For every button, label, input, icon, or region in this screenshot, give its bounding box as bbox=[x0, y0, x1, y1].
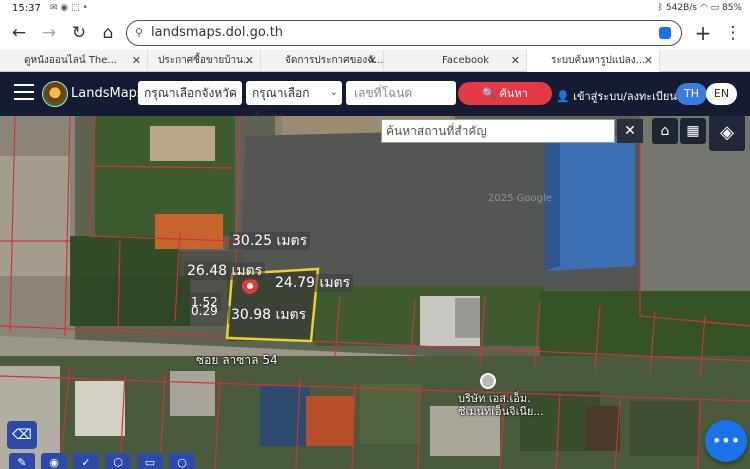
close-icon[interactable]: ✕ bbox=[132, 50, 141, 72]
close-icon[interactable]: ✕ bbox=[644, 50, 653, 72]
pin-icon: ◉ bbox=[49, 456, 59, 469]
satellite-imagery bbox=[0, 116, 750, 469]
battery-icon: ▭ bbox=[710, 3, 720, 13]
map-watermark: 2025 Google bbox=[488, 193, 552, 204]
poi-label-line2: ซีเมนท์เอ็นจิเนีย... bbox=[458, 405, 544, 418]
battery-percent: 85% bbox=[721, 3, 742, 13]
more-menu-icon[interactable]: ⋮ bbox=[722, 22, 744, 44]
search-button[interactable]: 🔍 ค้นหา bbox=[458, 82, 552, 105]
user-icon: 👤 bbox=[556, 90, 570, 103]
network-speed: 542B/s bbox=[665, 3, 697, 13]
road-label: ซอย ลาซาล 54 bbox=[196, 353, 278, 367]
ruler-tool[interactable]: ✎ bbox=[9, 453, 35, 469]
browser-toolbar: ← → ↻ ⌂ ⚲ landsmaps.dol.go.th + ⋮ bbox=[0, 18, 750, 48]
notification-icons: ✉ ◉ ⬚ • bbox=[50, 3, 88, 13]
url-text: landsmaps.dol.go.th bbox=[151, 25, 284, 40]
dol-logo bbox=[42, 81, 68, 107]
eraser-icon: ⌫ bbox=[12, 427, 32, 443]
tab-4[interactable]: Facebook ✕ bbox=[384, 50, 527, 72]
status-bar: 15:37 ✉ ◉ ⬚ • ᛒ 542B/s ◠ ▭ 85% bbox=[0, 0, 750, 18]
close-icon[interactable]: ✕ bbox=[368, 50, 377, 72]
rectangle-tool[interactable]: ▭ bbox=[137, 453, 163, 469]
measure-left: 26.48 เมตร bbox=[184, 262, 266, 280]
home-icon[interactable]: ⌂ bbox=[97, 22, 119, 44]
grid-button[interactable]: ▦ bbox=[680, 118, 706, 144]
poi-label-line1: บริษัท เอส.เอ็ม. bbox=[458, 392, 531, 405]
search-button-label: ค้นหา bbox=[499, 87, 528, 100]
poi-pin-icon[interactable] bbox=[480, 373, 496, 389]
wifi-icon: ◠ bbox=[699, 3, 708, 13]
bluetooth-icon: ᛒ bbox=[657, 3, 664, 13]
pin-tool[interactable]: ◉ bbox=[41, 453, 67, 469]
status-right: ᛒ 542B/s ◠ ▭ 85% bbox=[658, 3, 742, 13]
tab-label: Facebook bbox=[442, 55, 489, 66]
chevron-down-icon: ⌄ bbox=[229, 87, 238, 98]
district-select[interactable]: กรุณาเลือกอำเภอ ⌄ bbox=[246, 81, 342, 124]
brand-name: LandsMaps bbox=[71, 86, 144, 101]
site-info-icon[interactable]: ⚲ bbox=[135, 26, 143, 39]
chat-button[interactable]: ••• bbox=[705, 420, 747, 462]
circle-icon: ○ bbox=[177, 456, 187, 469]
circle-tool[interactable]: ○ bbox=[169, 453, 195, 469]
deed-number-input[interactable] bbox=[346, 81, 456, 105]
province-select[interactable]: กรุณาเลือกจังหวัด ⌄ bbox=[138, 81, 242, 105]
poi-label[interactable]: บริษัท เอส.เอ็ม. ซีเมนท์เอ็นจิเนีย... bbox=[458, 392, 544, 418]
tab-strip: ดูหนังออนไลน์ The... ✕ ประกาศซื้อขายบ้าน… bbox=[0, 50, 750, 72]
home-view-button[interactable]: ⌂ bbox=[652, 118, 678, 144]
tab-label: ประกาศซื้อขายบ้าน... bbox=[158, 55, 253, 66]
grid-icon: ▦ bbox=[686, 123, 700, 139]
clear-search-button[interactable]: ✕ bbox=[617, 119, 643, 143]
close-icon[interactable]: ✕ bbox=[245, 50, 254, 72]
rectangle-icon: ▭ bbox=[144, 456, 156, 469]
polygon-tool[interactable]: ⬡ bbox=[105, 453, 131, 469]
lang-th-button[interactable]: TH bbox=[676, 83, 707, 105]
more-dots-icon: ••• bbox=[711, 431, 741, 450]
login-link[interactable]: 👤 เข้าสู่ระบบ/ลงทะเบียน bbox=[556, 87, 677, 105]
site-header: LandsMaps กรุณาเลือกจังหวัด ⌄ กรุณาเลือก… bbox=[0, 72, 750, 124]
map-view[interactable]: 30.25 เมตร 26.48 เมตร 24.79 เมตร 30.98 เ… bbox=[0, 116, 750, 469]
province-select-value: กรุณาเลือกจังหวัด bbox=[144, 86, 237, 100]
check-icon: ✓ bbox=[81, 456, 91, 469]
new-tab-icon[interactable]: + bbox=[692, 22, 714, 44]
tab-1[interactable]: ดูหนังออนไลน์ The... ✕ bbox=[0, 50, 148, 72]
reload-icon[interactable]: ↻ bbox=[68, 22, 90, 44]
polygon-icon: ⬡ bbox=[113, 456, 123, 469]
tab-2[interactable]: ประกาศซื้อขายบ้าน... ✕ bbox=[148, 50, 261, 72]
google-shield-icon[interactable] bbox=[659, 27, 671, 39]
tab-label: ระบบค้นหารูปแปลง... bbox=[551, 55, 646, 66]
tab-label: ดูหนังออนไลน์ The... bbox=[24, 55, 117, 66]
address-bar[interactable]: ⚲ landsmaps.dol.go.th bbox=[126, 20, 682, 46]
place-search-input[interactable] bbox=[381, 119, 615, 143]
back-icon[interactable]: ← bbox=[8, 22, 30, 44]
status-time: 15:37 bbox=[12, 3, 41, 14]
measure-inner-b: 0.29 bbox=[191, 304, 218, 318]
forward-icon[interactable]: → bbox=[38, 22, 60, 44]
tab-3[interactable]: จัดการประกาศของฉั... ✕ bbox=[261, 50, 384, 72]
layers-button[interactable]: ◈ bbox=[709, 116, 745, 151]
close-icon: ✕ bbox=[624, 123, 636, 139]
close-icon[interactable]: ✕ bbox=[511, 50, 520, 72]
check-tool[interactable]: ✓ bbox=[73, 453, 99, 469]
measure-right: 24.79 เมตร bbox=[272, 274, 354, 292]
chevron-down-icon: ⌄ bbox=[329, 87, 338, 98]
measure-top: 30.25 เมตร bbox=[229, 232, 311, 250]
ruler-icon: ✎ bbox=[17, 456, 27, 469]
layers-icon: ◈ bbox=[720, 122, 734, 143]
tab-5-active[interactable]: ระบบค้นหารูปแปลง... ✕ bbox=[527, 50, 660, 72]
home-icon: ⌂ bbox=[660, 123, 670, 139]
login-label: เข้าสู่ระบบ/ลงทะเบียน bbox=[573, 90, 677, 103]
lang-en-button[interactable]: EN bbox=[706, 83, 737, 105]
draw-tool-button[interactable]: ⌫ bbox=[7, 421, 37, 449]
search-icon: 🔍 bbox=[482, 87, 496, 100]
menu-icon[interactable] bbox=[14, 84, 34, 102]
measure-bottom: 30.98 เมตร bbox=[228, 306, 310, 324]
